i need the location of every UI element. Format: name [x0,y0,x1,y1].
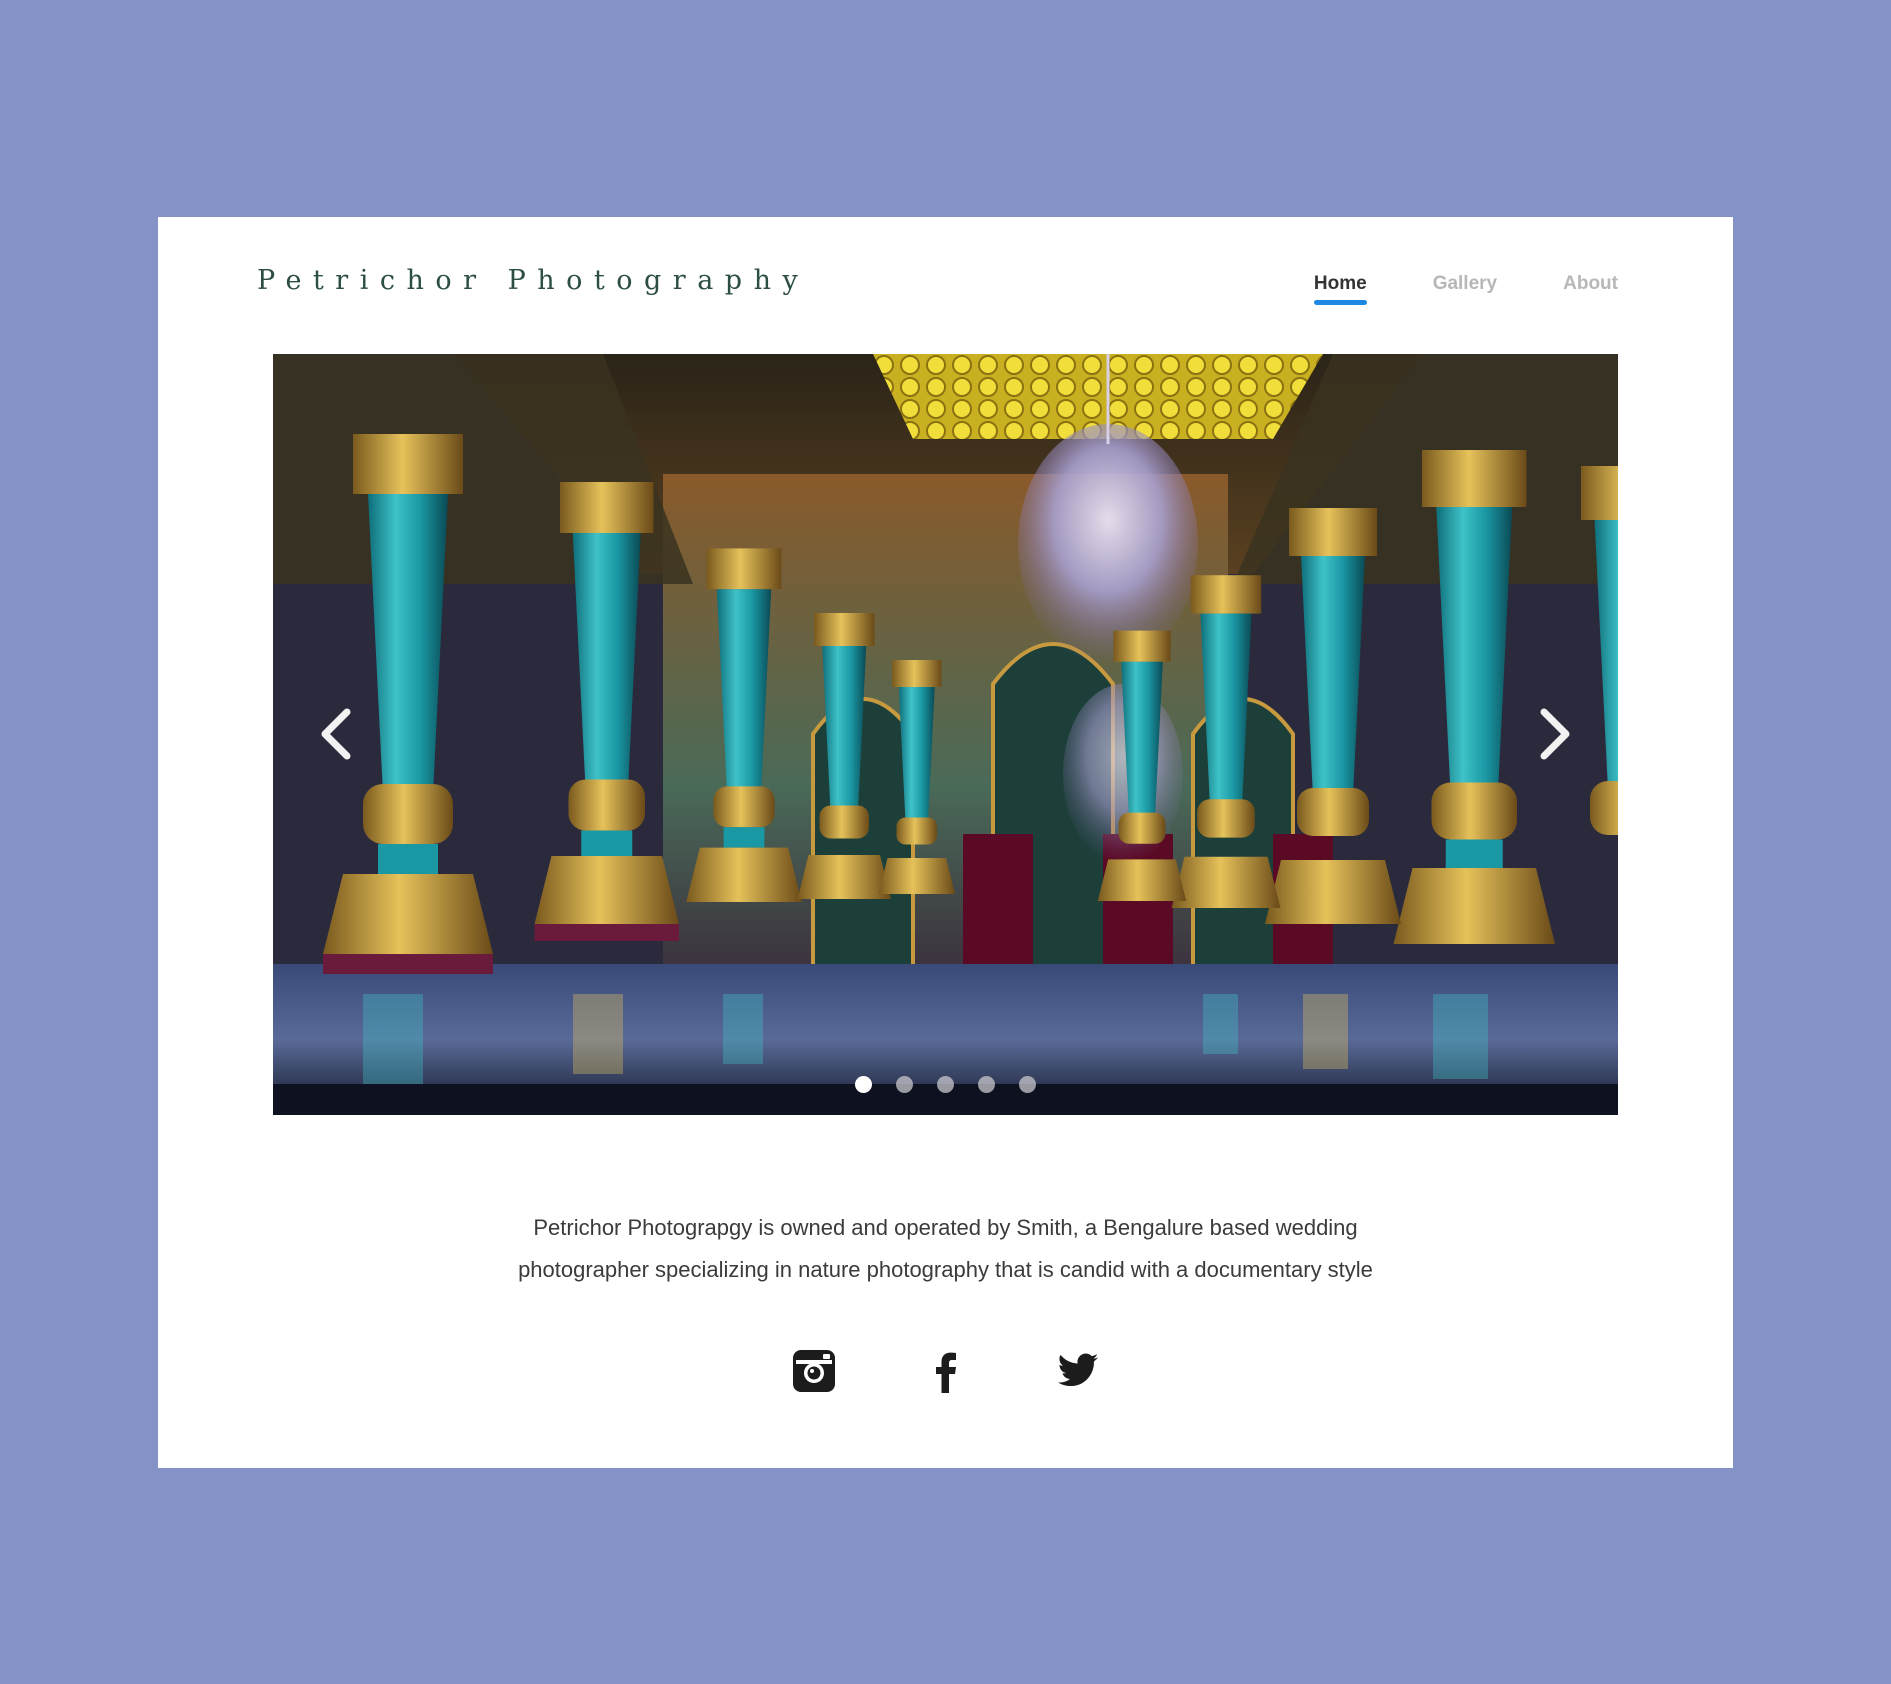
carousel-dot-3[interactable] [937,1076,954,1093]
chevron-left-icon [321,708,351,760]
social-links [158,1349,1733,1393]
carousel-dot-2[interactable] [896,1076,913,1093]
carousel-prev-button[interactable] [311,704,361,764]
carousel-dot-4[interactable] [978,1076,995,1093]
nav-home[interactable]: Home [1313,273,1367,305]
image-carousel[interactable] [273,354,1618,1115]
instagram-link[interactable] [792,1349,836,1393]
about-line-2: photographer specializing in nature phot… [518,1257,1373,1282]
content-card: Petrichor Photography Home Gallery About [158,217,1733,1468]
carousel-dot-5[interactable] [1019,1076,1036,1093]
about-line-1: Petrichor Photograpgy is owned and opera… [533,1215,1358,1240]
carousel-photo-palace-hall [273,354,1618,1115]
nav-about[interactable]: About [1563,273,1618,301]
facebook-link[interactable] [924,1349,968,1393]
site-title[interactable]: Petrichor Photography [257,265,809,296]
facebook-icon [935,1352,956,1393]
about-text: Petrichor Photograpgy is owned and opera… [158,1207,1733,1291]
twitter-icon [1057,1353,1098,1387]
carousel-dot-1[interactable] [855,1076,872,1093]
carousel-indicators [273,1076,1618,1093]
carousel-next-button[interactable] [1530,704,1580,764]
twitter-link[interactable] [1056,1349,1100,1393]
chevron-right-icon [1540,708,1570,760]
main-nav: Home Gallery About [1313,273,1618,305]
instagram-icon [792,1350,835,1392]
nav-gallery[interactable]: Gallery [1433,273,1497,301]
